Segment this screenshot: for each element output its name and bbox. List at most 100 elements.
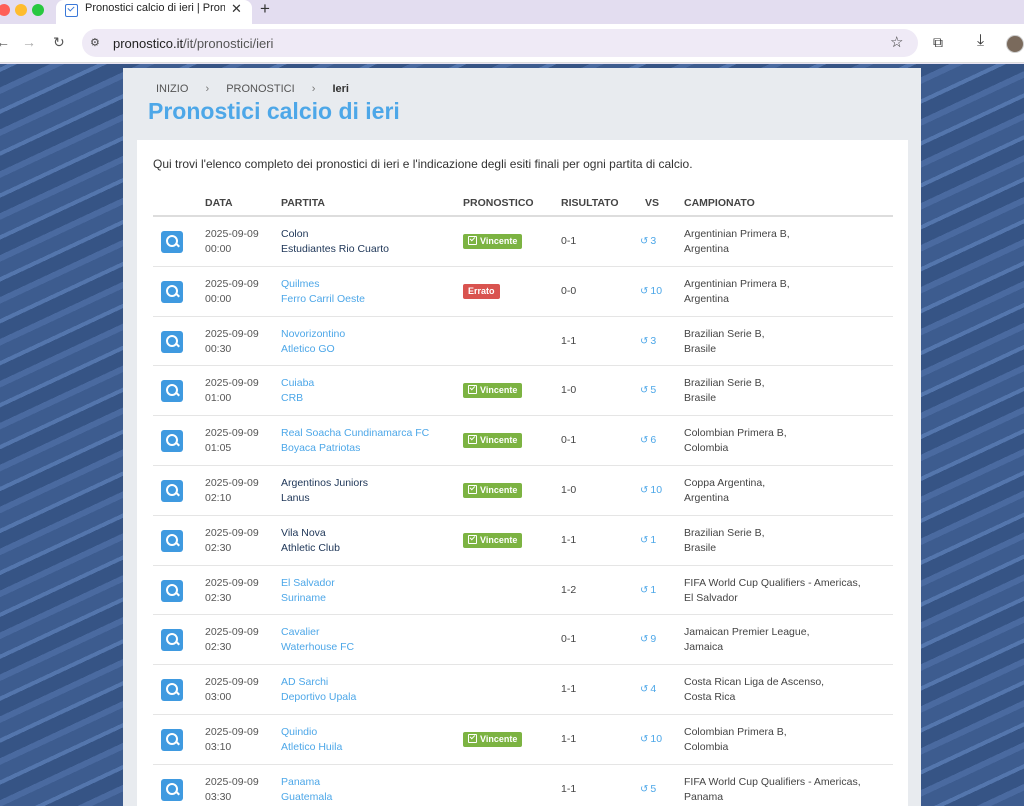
league-name: Argentinian Primera B, (684, 228, 790, 240)
away-team-link[interactable]: Estudiantes Rio Cuarto (281, 243, 389, 255)
league-info: Brazilian Serie B, Brasile (684, 376, 765, 406)
home-team-link[interactable]: Cavalier (281, 626, 320, 638)
zoom-in-icon[interactable] (161, 380, 183, 403)
table-row: 2025-09-09 03:30 Panama Guatemala 1-1 ↺ 5 FIFA … (153, 765, 893, 806)
away-team-link[interactable]: Boyaca Patriotas (281, 442, 360, 454)
minimize-window-button[interactable] (15, 4, 27, 16)
match-datetime: 2025-09-09 03:10 (205, 725, 259, 755)
close-window-button[interactable] (0, 4, 10, 16)
away-team-link[interactable]: CRB (281, 392, 303, 404)
away-team-link[interactable]: Atletico GO (281, 343, 335, 355)
league-country: Colombia (684, 442, 729, 455)
home-team-link[interactable]: Quindio (281, 726, 317, 738)
away-team-link[interactable]: Suriname (281, 592, 326, 604)
home-team-link[interactable]: Panama (281, 776, 320, 788)
away-team-link[interactable]: Deportivo Upala (281, 691, 356, 703)
vs-count: 5 (650, 782, 657, 795)
vs-count: 4 (650, 683, 657, 696)
home-team-link[interactable]: Argentinos Juniors (281, 477, 368, 489)
table-row: 2025-09-09 02:30 El Salvador Suriname 1-2 ↺ 1 F… (153, 566, 893, 616)
away-team-link[interactable]: Atletico Huila (281, 741, 342, 753)
match-date: 2025-09-09 (205, 576, 259, 589)
head-to-head-link[interactable]: ↺ 10 (640, 483, 662, 498)
head-to-head-link[interactable]: ↺ 4 (640, 682, 656, 697)
home-team-link[interactable]: Real Soacha Cundinamarca FC (281, 427, 429, 439)
close-tab-icon[interactable]: ✕ (231, 1, 242, 17)
header-vs: VS (645, 197, 660, 209)
table-row: 2025-09-09 02:30 Vila Nova Athletic Club Vin… (153, 516, 893, 566)
zoom-in-icon[interactable] (161, 679, 183, 702)
league-name: Costa Rican Liga de Ascenso, (684, 676, 825, 689)
zoom-in-icon[interactable] (161, 629, 183, 652)
head-to-head-link[interactable]: ↺ 1 (640, 533, 656, 548)
check-icon (468, 435, 477, 445)
match-date: 2025-09-09 (205, 427, 259, 440)
match-result: 1-0 (561, 483, 577, 496)
bookmark-star-icon[interactable]: ☆ (890, 33, 903, 51)
home-team-link[interactable]: Colon (281, 228, 308, 240)
match-date: 2025-09-09 (205, 626, 259, 639)
maximize-window-button[interactable] (32, 4, 44, 16)
zoom-in-icon[interactable] (161, 330, 183, 353)
new-tab-button[interactable]: + (260, 0, 270, 19)
league-info: Colombian Primera B, Colombia (684, 725, 787, 755)
zoom-in-icon[interactable] (161, 430, 183, 453)
head-to-head-link[interactable]: ↺ 1 (640, 583, 656, 598)
zoom-in-icon[interactable] (161, 579, 183, 602)
head-to-head-link[interactable]: ↺ 3 (640, 334, 656, 349)
zoom-in-icon[interactable] (161, 778, 183, 801)
zoom-in-icon[interactable] (161, 728, 183, 751)
match-result: 0-1 (561, 235, 577, 247)
league-country: Brasile (684, 342, 717, 355)
match-datetime: 2025-09-09 00:00 (205, 277, 259, 307)
away-team-link[interactable]: Waterhouse FC (281, 641, 354, 653)
address-bar[interactable]: ⚙ pronostico.it/it/pronostici/ieri ☆ (82, 29, 918, 57)
league-country: Brasile (684, 392, 717, 405)
vs-count: 3 (650, 235, 657, 247)
extensions-icon[interactable]: ⧉ (933, 34, 943, 51)
site-settings-icon[interactable]: ⚙ (90, 36, 100, 49)
breadcrumb-section[interactable]: PRONOSTICI (226, 83, 294, 95)
away-team-link[interactable]: Athletic Club (281, 542, 340, 554)
browser-tab[interactable]: Pronostici calcio di ieri | Pronostico.i… (56, 0, 252, 24)
zoom-in-icon[interactable] (161, 231, 183, 253)
head-to-head-link[interactable]: ↺ 6 (640, 433, 656, 448)
match-time: 02:10 (205, 491, 232, 504)
home-team-link[interactable]: AD Sarchi (281, 676, 328, 688)
breadcrumb-home[interactable]: INIZIO (156, 83, 188, 95)
away-team-link[interactable]: Guatemala (281, 791, 332, 803)
head-to-head-link[interactable]: ↺ 5 (640, 383, 656, 398)
badge-label: Vincente (480, 435, 518, 446)
history-icon: ↺ (640, 285, 649, 297)
home-team-link[interactable]: Cuiaba (281, 377, 314, 389)
match-date: 2025-09-09 (205, 327, 259, 340)
zoom-in-icon[interactable] (161, 529, 183, 552)
forward-arrow-icon[interactable]: → (22, 34, 36, 50)
away-team-link[interactable]: Lanus (281, 492, 310, 504)
zoom-in-icon[interactable] (161, 479, 183, 502)
league-info: FIFA World Cup Qualifiers - Americas, Pan… (684, 775, 861, 805)
profile-avatar[interactable] (1006, 35, 1024, 53)
match-time: 03:30 (205, 790, 232, 803)
history-icon: ↺ (640, 335, 649, 347)
head-to-head-link[interactable]: ↺ 5 (640, 782, 656, 797)
home-team-link[interactable]: Novorizontino (281, 328, 345, 340)
head-to-head-link[interactable]: ↺ 9 (640, 632, 656, 647)
head-to-head-link[interactable]: ↺ 10 (640, 732, 662, 747)
zoom-in-icon[interactable] (161, 280, 183, 303)
home-team-link[interactable]: El Salvador (281, 577, 335, 589)
head-to-head-link[interactable]: ↺ 10 (640, 284, 662, 299)
league-info: Brazilian Serie B, Brasile (684, 526, 765, 556)
header-match: PARTITA (281, 197, 325, 209)
header-result: RISULTATO (561, 197, 619, 209)
history-icon: ↺ (640, 584, 649, 596)
home-team-link[interactable]: Vila Nova (281, 527, 326, 539)
home-team-link[interactable]: Quilmes (281, 278, 320, 290)
download-icon[interactable]: ⤓ (977, 32, 984, 50)
match-datetime: 2025-09-09 02:30 (205, 526, 259, 556)
league-country: Brasile (684, 541, 717, 554)
reload-icon[interactable]: ↻ (53, 34, 65, 51)
away-team-link[interactable]: Ferro Carril Oeste (281, 293, 365, 305)
back-arrow-icon[interactable]: ← (0, 34, 10, 50)
head-to-head-link[interactable]: ↺ 3 (640, 234, 656, 249)
